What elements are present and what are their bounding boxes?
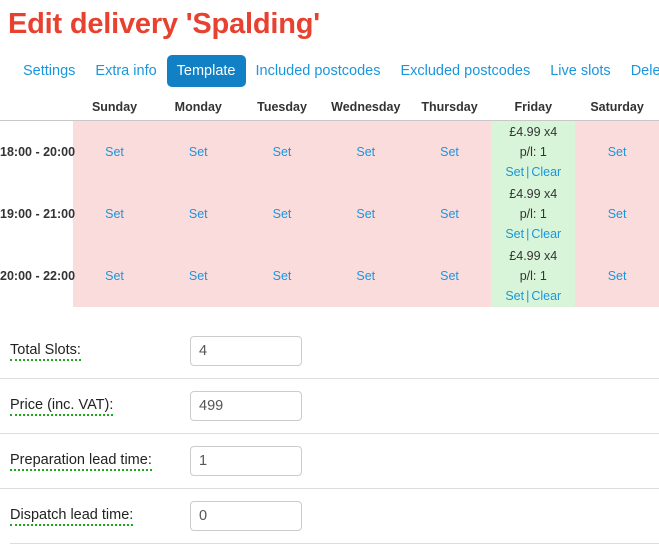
tab-settings[interactable]: Settings	[13, 55, 85, 87]
slot-set-link[interactable]: Set	[105, 145, 124, 159]
slot-set-link[interactable]: Set	[356, 145, 375, 159]
slot-set-link[interactable]: Set	[105, 269, 124, 283]
form-row-price-inc-vat: Price (inc. VAT):	[0, 378, 659, 433]
slot-cell-empty: Set	[575, 245, 659, 307]
slot-set-link[interactable]: Set	[608, 207, 627, 221]
slot-set-link[interactable]: Set	[189, 207, 208, 221]
slot-set-link[interactable]: Set	[189, 145, 208, 159]
schedule-row: 18:00 - 20:00 Set Set Set Set Set £4.99 x4 p/l:…	[0, 120, 659, 183]
slot-set-link[interactable]: Set	[505, 165, 524, 179]
slot-cell-empty: Set	[156, 245, 241, 307]
input-price-inc-vat[interactable]	[190, 391, 302, 421]
slot-cell-empty: Set	[407, 120, 492, 183]
tab-included-postcodes[interactable]: Included postcodes	[246, 55, 391, 87]
label-price-inc-vat: Price (inc. VAT):	[10, 397, 114, 416]
slot-cell-empty: Set	[240, 120, 324, 183]
slot-set-link[interactable]: Set	[440, 269, 459, 283]
time-column-header	[0, 97, 73, 121]
tab-nav: Settings Extra info Template Included postc…	[0, 55, 659, 87]
form-label-cell: Total Slots:	[10, 341, 190, 361]
slot-cell-empty: Set	[72, 245, 157, 307]
day-header-saturday: Saturday	[575, 97, 659, 121]
day-header-tuesday: Tuesday	[240, 97, 324, 121]
schedule-section: Sunday Monday Tuesday Wednesday Thursday Frid…	[0, 97, 659, 307]
page-title: Edit delivery 'Spalding'	[8, 8, 320, 40]
time-slot-label: 18:00 - 20:00	[0, 120, 75, 183]
slot-cell-configured: £4.99 x4 p/l: 1 Set | Clear	[491, 183, 576, 245]
slot-cell-empty: Set	[323, 120, 408, 183]
slot-per-line: p/l: 1	[519, 145, 547, 159]
slot-clear-link[interactable]: Clear	[531, 227, 561, 241]
day-header-thursday: Thursday	[407, 97, 492, 121]
slot-cell-empty: Set	[72, 183, 157, 245]
slot-price: £4.99 x4	[509, 187, 558, 201]
form-label-cell: Preparation lead time:	[10, 451, 190, 471]
settings-form: Total Slots: Price (inc. VAT): Preparation…	[0, 323, 659, 543]
slot-price: £4.99 x4	[509, 125, 558, 139]
slot-cell-empty: Set	[407, 183, 492, 245]
slot-set-link[interactable]: Set	[105, 207, 124, 221]
slot-set-link[interactable]: Set	[505, 227, 524, 241]
day-header-wednesday: Wednesday	[323, 97, 408, 121]
label-preparation-lead-time: Preparation lead time:	[10, 452, 152, 471]
slot-cell-empty: Set	[156, 120, 241, 183]
slot-set-link[interactable]: Set	[189, 269, 208, 283]
label-dispatch-lead-time: Dispatch lead time:	[10, 507, 134, 526]
slot-cell-configured: £4.99 x4 p/l: 1 Set | Clear	[491, 120, 576, 183]
slot-set-link[interactable]: Set	[273, 145, 292, 159]
day-header-friday: Friday	[491, 97, 576, 121]
tab-excluded-postcodes[interactable]: Excluded postcodes	[390, 55, 540, 87]
tab-live-slots[interactable]: Live slots	[540, 55, 620, 87]
slot-cell-empty: Set	[575, 183, 659, 245]
tab-template[interactable]: Template	[166, 55, 246, 87]
slot-cell-empty: Set	[72, 120, 157, 183]
tab-delete[interactable]: Delete	[621, 55, 659, 87]
schedule-header-row: Sunday Monday Tuesday Wednesday Thursday Frid…	[0, 97, 659, 121]
form-label-cell: Dispatch lead time:	[10, 506, 190, 526]
slot-set-link[interactable]: Set	[440, 145, 459, 159]
form-row-total-slots: Total Slots:	[0, 323, 659, 378]
schedule-row: 19:00 - 21:00 Set Set Set Set Set £4.99 x4 p/l:…	[0, 183, 659, 245]
tab-extra-info[interactable]: Extra info	[85, 55, 166, 87]
schedule-table: Sunday Monday Tuesday Wednesday Thursday Frid…	[0, 97, 659, 307]
slot-set-link[interactable]: Set	[608, 145, 627, 159]
form-label-cell: Price (inc. VAT):	[10, 396, 190, 416]
slot-per-line: p/l: 1	[519, 207, 547, 221]
slot-clear-link[interactable]: Clear	[531, 165, 561, 179]
schedule-body: 18:00 - 20:00 Set Set Set Set Set £4.99 x4 p/l:…	[0, 120, 659, 307]
slot-set-link[interactable]: Set	[356, 269, 375, 283]
slot-cell-empty: Set	[323, 183, 408, 245]
slot-cell-empty: Set	[323, 245, 408, 307]
label-total-slots: Total Slots:	[10, 342, 81, 361]
slot-cell-empty: Set	[407, 245, 492, 307]
input-total-slots[interactable]	[190, 335, 302, 366]
slot-cell-empty: Set	[240, 245, 324, 307]
slot-set-link[interactable]: Set	[505, 289, 524, 303]
slot-cell-empty: Set	[575, 120, 659, 183]
day-header-monday: Monday	[156, 97, 241, 121]
time-slot-label: 19:00 - 21:00	[0, 183, 75, 245]
slot-cell-empty: Set	[156, 183, 241, 245]
day-header-sunday: Sunday	[72, 97, 157, 121]
slot-cell-configured: £4.99 x4 p/l: 1 Set | Clear	[491, 245, 576, 307]
slot-set-link[interactable]: Set	[440, 207, 459, 221]
form-row-dispatch-lead-time: Dispatch lead time:	[0, 488, 659, 543]
form-row-preparation-lead-time: Preparation lead time:	[0, 433, 659, 488]
input-preparation-lead-time[interactable]	[190, 446, 302, 476]
slot-set-link[interactable]: Set	[356, 207, 375, 221]
slot-price: £4.99 x4	[509, 249, 558, 263]
slot-cell-empty: Set	[240, 183, 324, 245]
slot-set-link[interactable]: Set	[608, 269, 627, 283]
time-slot-label: 20:00 - 22:00	[0, 245, 75, 307]
slot-clear-link[interactable]: Clear	[531, 289, 561, 303]
schedule-row: 20:00 - 22:00 Set Set Set Set Set £4.99 x4 p/l:…	[0, 245, 659, 307]
input-dispatch-lead-time[interactable]	[190, 501, 302, 531]
form-bottom-divider	[10, 543, 659, 544]
slot-set-link[interactable]: Set	[273, 207, 292, 221]
slot-set-link[interactable]: Set	[273, 269, 292, 283]
slot-per-line: p/l: 1	[519, 269, 547, 283]
